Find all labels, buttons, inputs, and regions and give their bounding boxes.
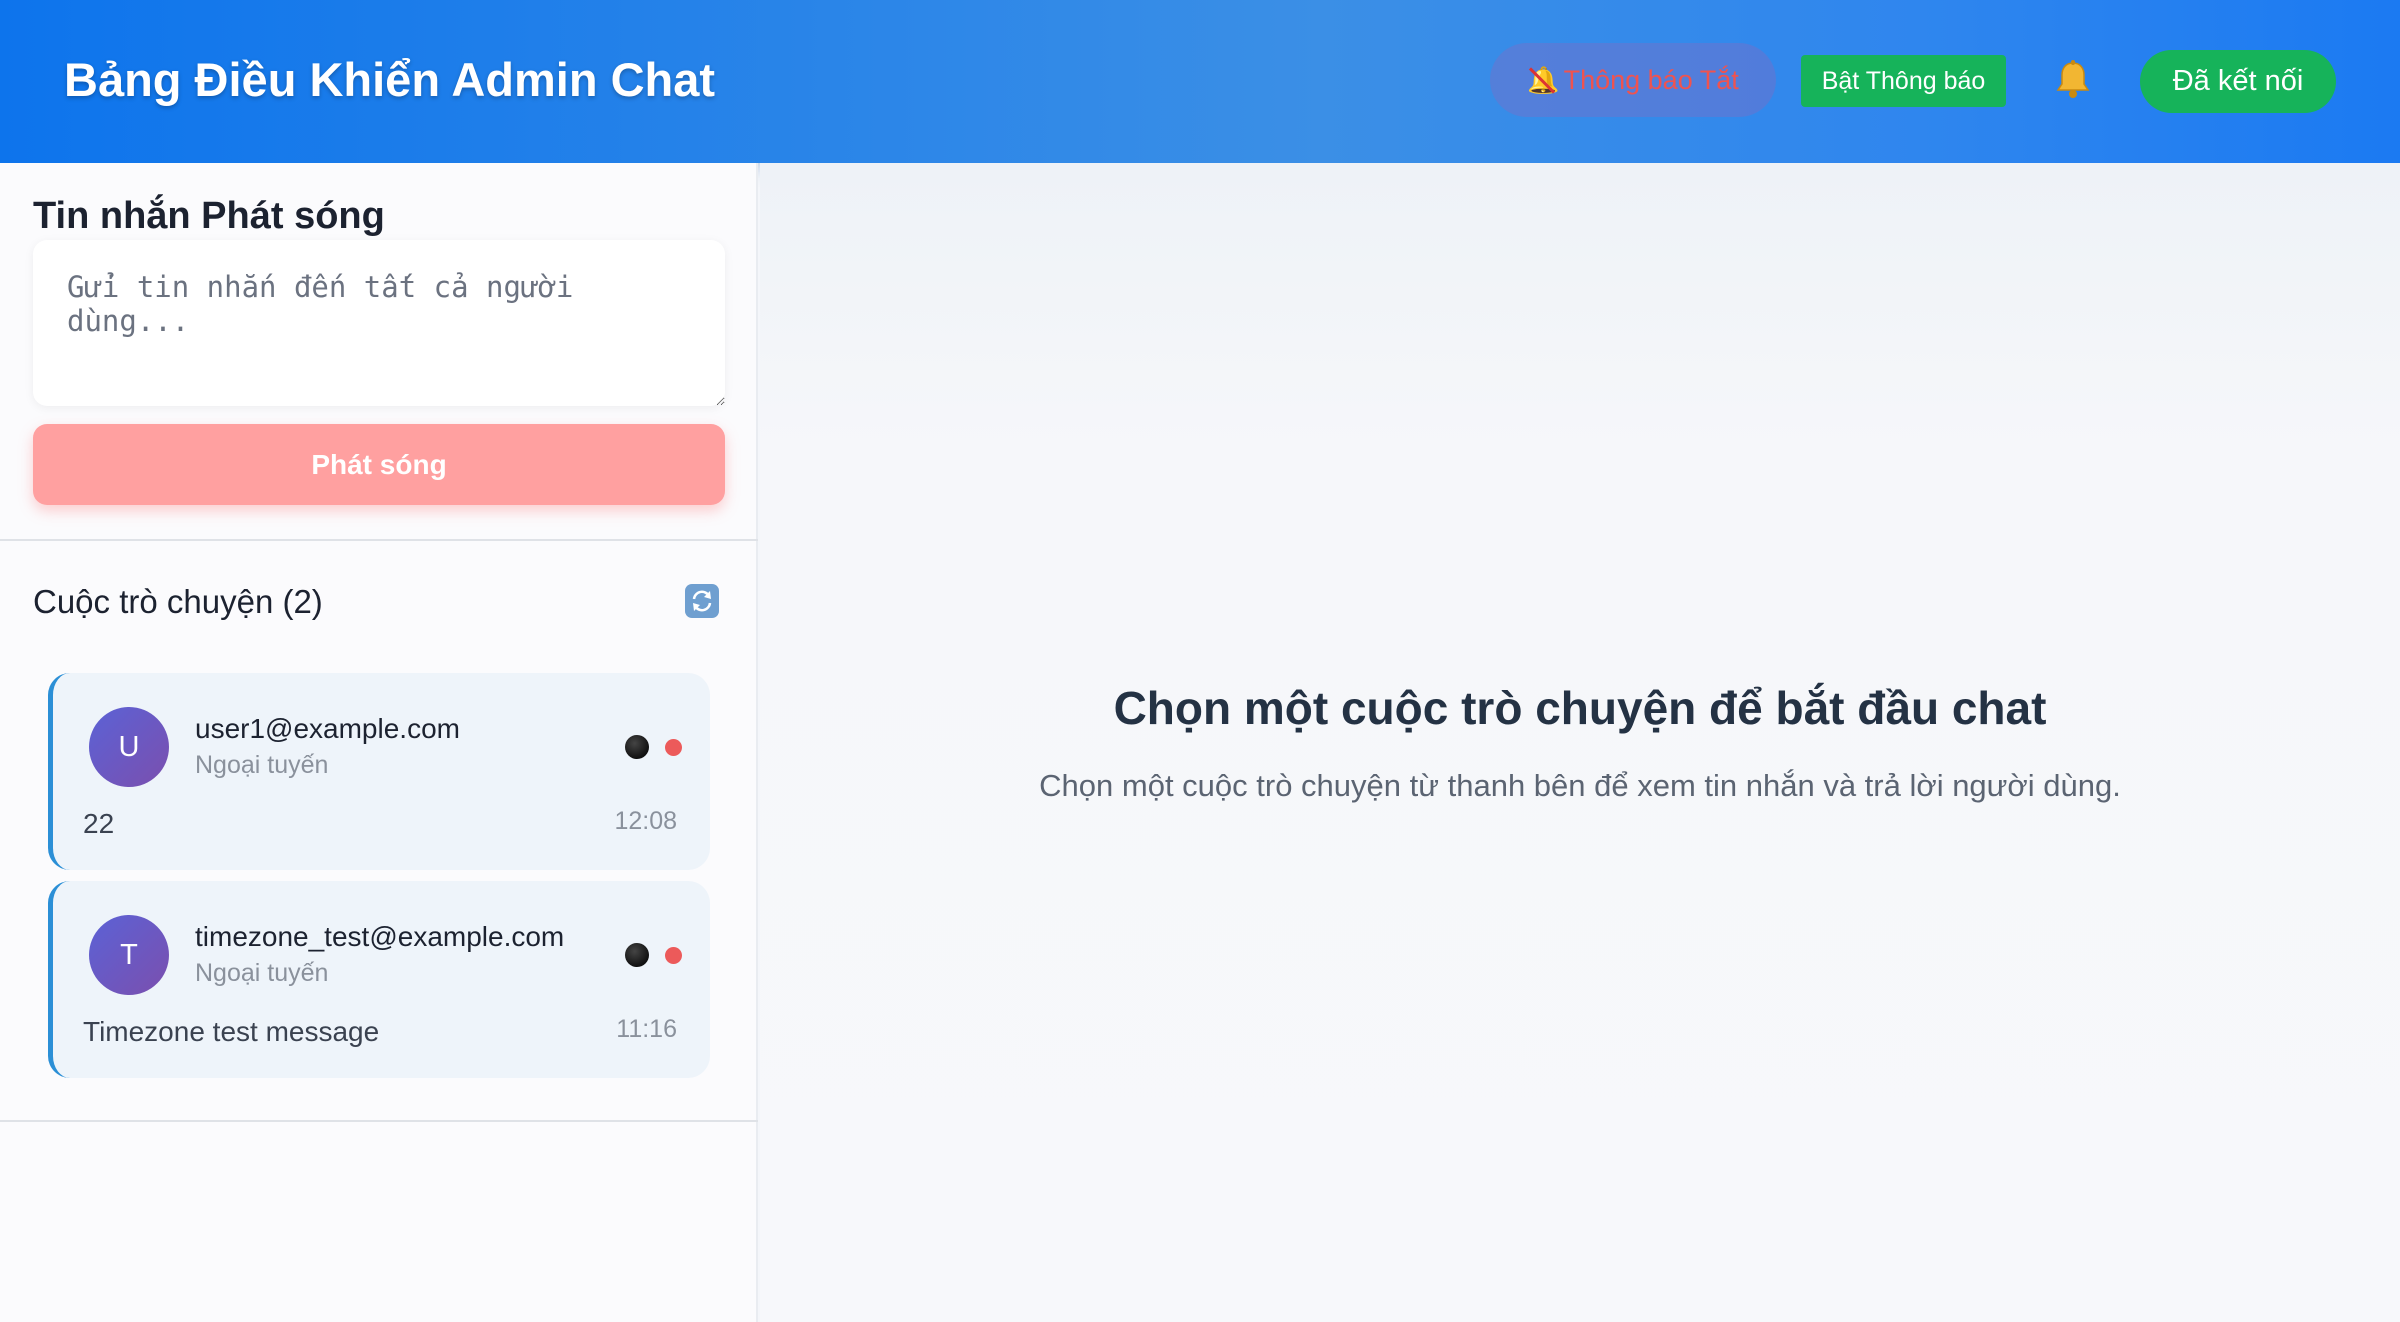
avatar: T bbox=[89, 915, 169, 995]
empty-state-subtitle: Chọn một cuộc trò chuyện từ thanh bên để… bbox=[1039, 768, 2121, 803]
broadcast-button[interactable]: Phát sóng bbox=[33, 424, 725, 505]
chat-main-area: Chọn một cuộc trò chuyện để bắt đầu chat… bbox=[760, 163, 2400, 1322]
refresh-icon[interactable] bbox=[685, 584, 719, 618]
broadcast-message-input[interactable] bbox=[33, 240, 725, 406]
conversation-time: 12:08 bbox=[614, 807, 677, 835]
conversation-status: Ngoại tuyến bbox=[195, 751, 329, 779]
top-header: Bảng Điều Khiển Admin Chat 🔔 Thông báo T… bbox=[0, 0, 2400, 163]
offline-indicator-icon bbox=[665, 947, 682, 964]
conversation-item[interactable]: T timezone_test@example.com Ngoại tuyến … bbox=[48, 881, 710, 1078]
conversation-email: user1@example.com bbox=[195, 713, 460, 744]
enable-notifications-button[interactable]: Bật Thông báo bbox=[1801, 55, 2006, 107]
presence-dot-icon bbox=[625, 735, 649, 759]
connection-status-badge: Đã kết nối bbox=[2140, 50, 2336, 113]
offline-indicator-icon bbox=[665, 739, 682, 756]
conversation-email: timezone_test@example.com bbox=[195, 921, 565, 952]
broadcast-title: Tin nhắn Phát sóng bbox=[33, 195, 385, 237]
conversation-time: 11:16 bbox=[616, 1015, 677, 1043]
conversation-item[interactable]: U user1@example.com Ngoại tuyến 22 12:08 bbox=[48, 673, 710, 870]
bell-icon[interactable] bbox=[2053, 58, 2093, 102]
empty-state-title: Chọn một cuộc trò chuyện để bắt đầu chat bbox=[1113, 682, 2047, 734]
sidebar: Tin nhắn Phát sóng Phát sóng Cuộc trò ch… bbox=[0, 163, 758, 1322]
conversation-last-message: 22 bbox=[83, 808, 115, 839]
presence-dot-icon bbox=[625, 943, 649, 967]
avatar: U bbox=[89, 707, 169, 787]
sidebar-divider bbox=[0, 1120, 758, 1122]
conversations-heading: Cuộc trò chuyện (2) bbox=[33, 583, 323, 620]
notifications-off-button[interactable]: 🔔 Thông báo Tắt bbox=[1490, 43, 1776, 117]
app-title: Bảng Điều Khiển Admin Chat bbox=[64, 53, 716, 106]
conversation-status: Ngoại tuyến bbox=[195, 959, 329, 987]
bell-off-icon: 🔔 bbox=[1527, 64, 1560, 95]
sidebar-divider bbox=[0, 539, 758, 541]
notifications-off-label: Thông báo Tắt bbox=[1563, 64, 1739, 95]
conversation-last-message: Timezone test message bbox=[83, 1016, 380, 1047]
